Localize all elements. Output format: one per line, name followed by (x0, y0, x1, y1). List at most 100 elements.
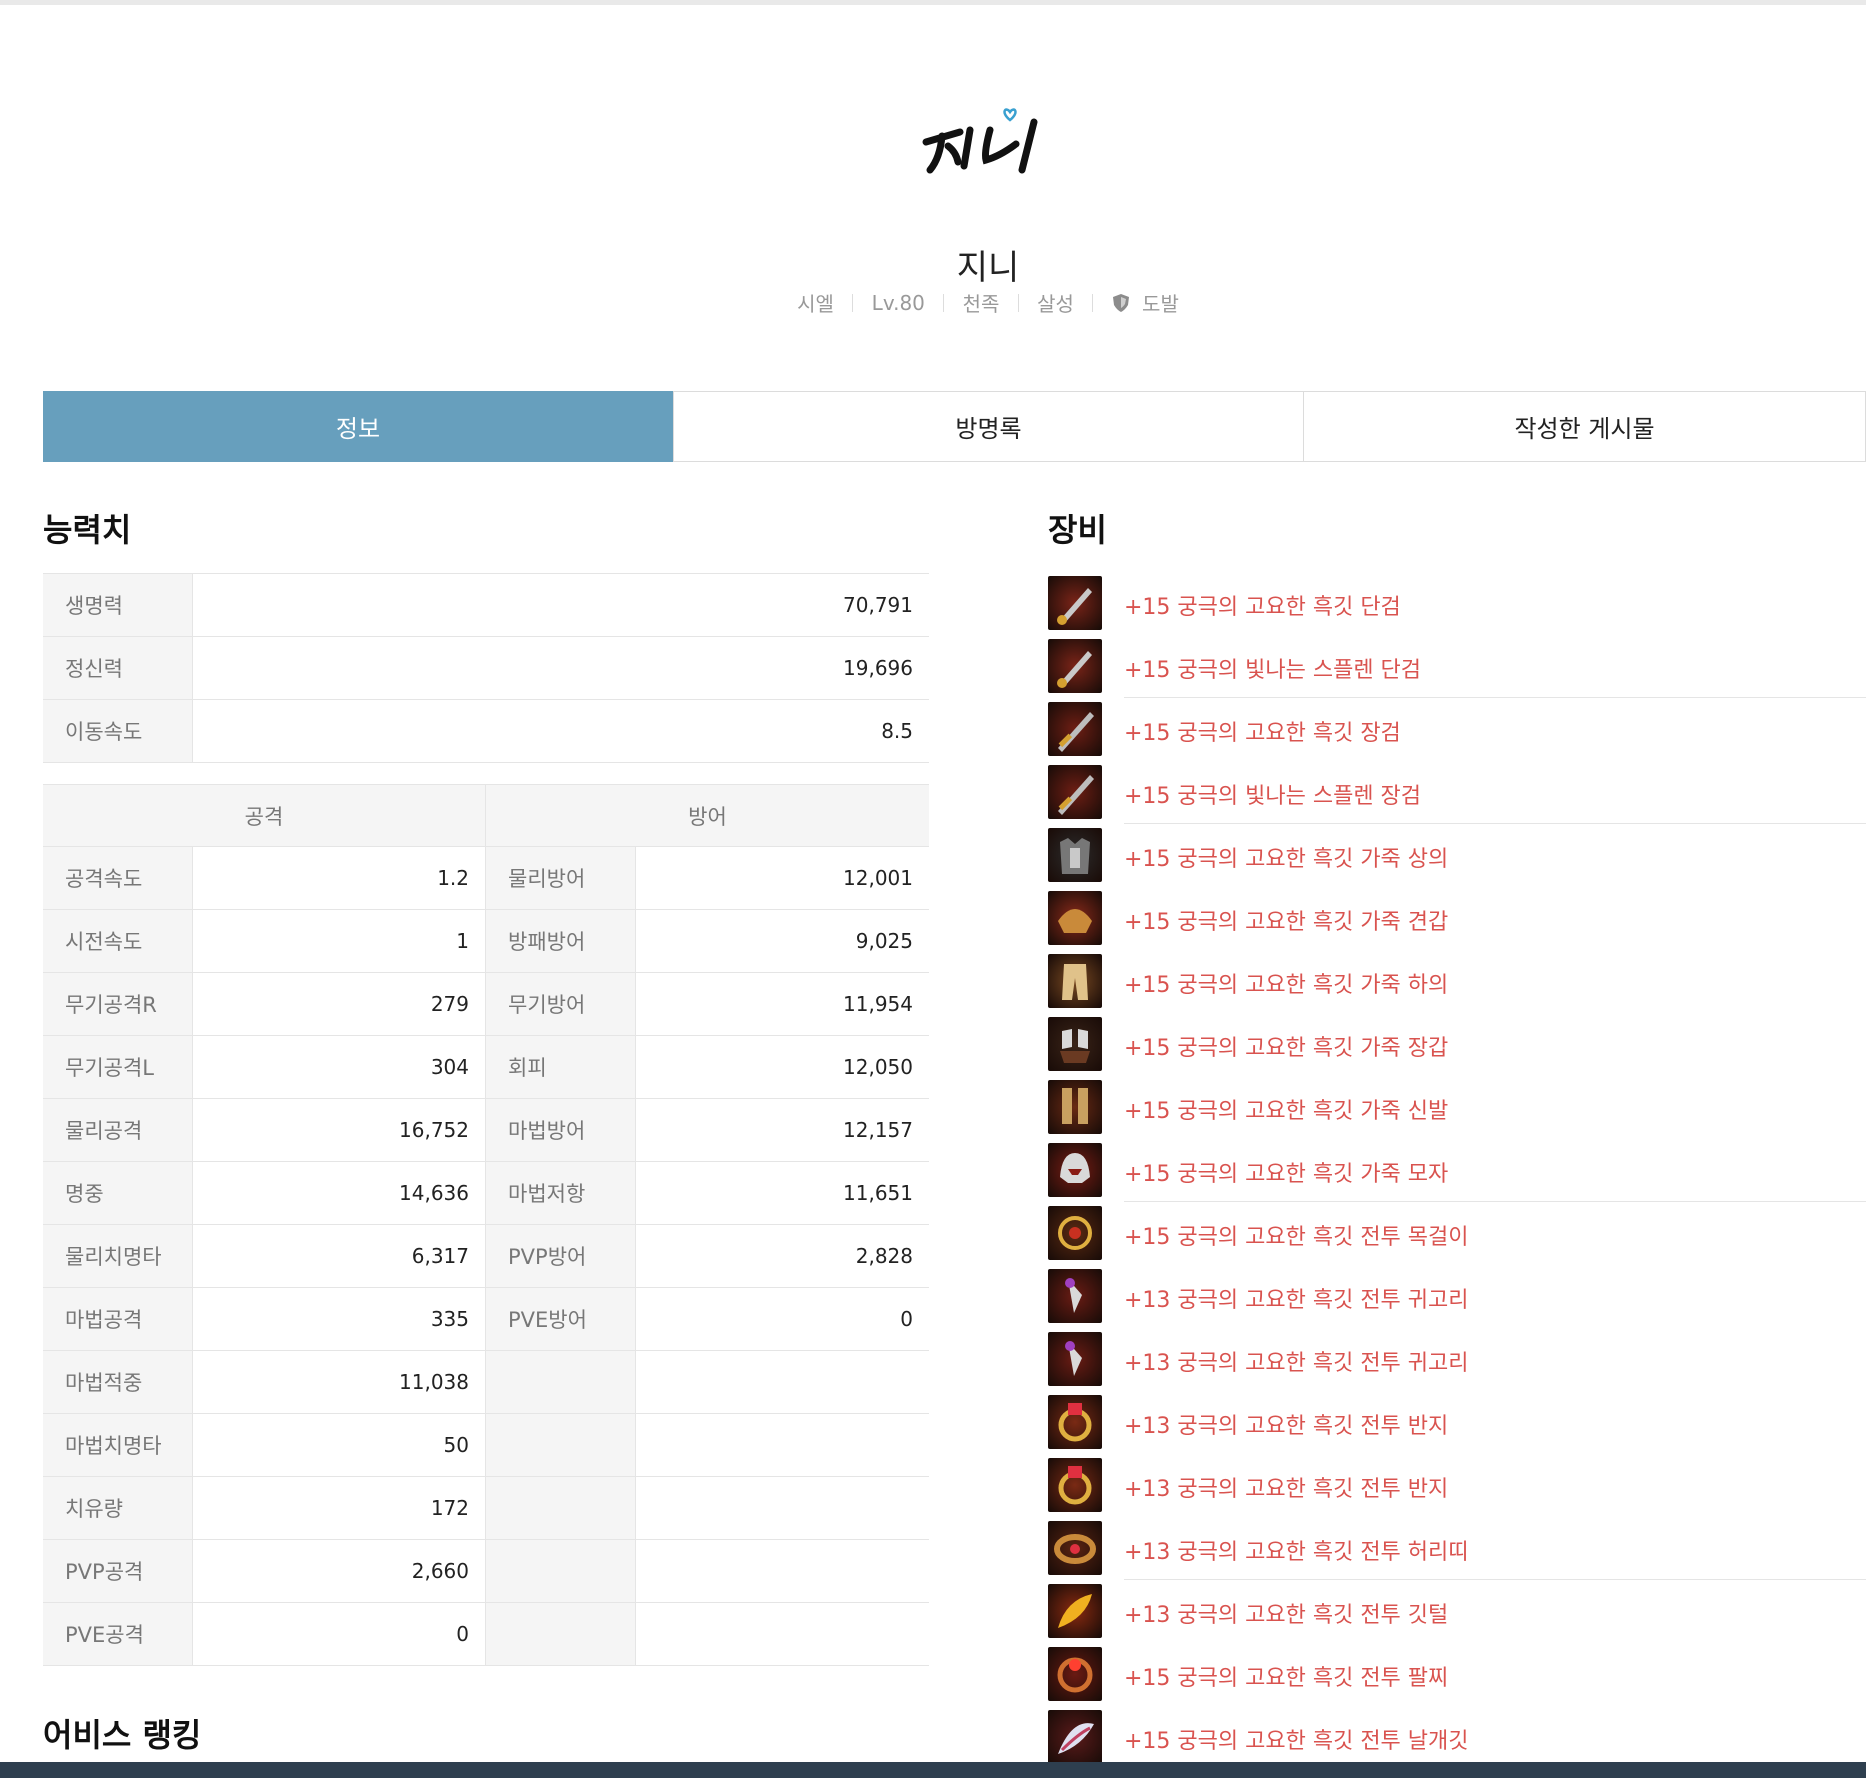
equipment-item[interactable]: +13 궁극의 고요한 흑깃 전투 귀고리 (1048, 1331, 1866, 1394)
defense-stat-label: PVE방어 (486, 1288, 636, 1350)
legion-name[interactable]: 도발 (1142, 288, 1179, 317)
equipment-item-name[interactable]: +13 궁극의 고요한 흑깃 전투 반지 (1124, 1471, 1448, 1503)
equipment-item-name[interactable]: +13 궁극의 고요한 흑깃 전투 허리띠 (1124, 1534, 1469, 1566)
attack-stat-label: 치유량 (43, 1477, 193, 1539)
character-race: 천족 (962, 292, 1000, 316)
belt-icon[interactable] (1048, 1521, 1102, 1575)
equipment-item[interactable]: +15 궁극의 고요한 흑깃 장검 (1048, 701, 1866, 764)
bracelet-icon[interactable] (1048, 1647, 1102, 1701)
necklace-icon[interactable] (1048, 1206, 1102, 1260)
equipment-item[interactable]: +15 궁극의 고요한 흑깃 전투 목걸이 (1048, 1205, 1866, 1268)
equipment-item-name[interactable]: +15 궁극의 고요한 흑깃 가죽 견갑 (1124, 904, 1448, 936)
dagger-icon[interactable] (1048, 576, 1102, 630)
divider (1092, 293, 1094, 312)
equipment-item-name[interactable]: +15 궁극의 고요한 흑깃 전투 날개깃 (1124, 1723, 1469, 1755)
helmet-icon[interactable] (1048, 1143, 1102, 1197)
sword-icon[interactable] (1048, 702, 1102, 756)
table-row: 무기공격R 279 무기방어 11,954 (43, 973, 929, 1036)
equipment-item[interactable]: +13 궁극의 고요한 흑깃 전투 반지 (1048, 1394, 1866, 1457)
equipment-item[interactable]: +15 궁극의 고요한 흑깃 가죽 신발 (1048, 1079, 1866, 1142)
leg-armor-icon[interactable] (1048, 954, 1102, 1008)
character-level: Lv.80 (871, 290, 925, 315)
table-row: PVP공격 2,660 (43, 1540, 929, 1603)
divider (852, 293, 854, 312)
equipment-item[interactable]: +15 궁극의 고요한 흑깃 가죽 상의 (1048, 827, 1866, 890)
equipment-item[interactable]: +15 궁극의 고요한 흑깃 가죽 하의 (1048, 953, 1866, 1016)
equipment-item-name[interactable]: +15 궁극의 고요한 흑깃 가죽 신발 (1124, 1093, 1448, 1125)
wing-feather-icon[interactable] (1048, 1710, 1102, 1764)
table-row: 생명력 70,791 (43, 574, 929, 637)
defense-stat-value: 11,651 (843, 1181, 913, 1205)
defense-stat-value: 12,157 (843, 1118, 913, 1142)
tab-info[interactable]: 정보 (43, 391, 673, 462)
defense-stat-label: PVP방어 (486, 1225, 636, 1287)
dagger-icon[interactable] (1048, 639, 1102, 693)
equipment-item-name[interactable]: +13 궁극의 고요한 흑깃 전투 귀고리 (1124, 1282, 1469, 1314)
divider (1017, 293, 1019, 312)
defense-stat-label: 무기방어 (486, 973, 636, 1035)
tab-guestbook[interactable]: 방명록 (673, 392, 1303, 461)
stats-title: 능력치 (43, 511, 132, 549)
equipment-item-name[interactable]: +15 궁극의 고요한 흑깃 가죽 하의 (1124, 967, 1448, 999)
equipment-item-name[interactable]: +15 궁극의 고요한 흑깃 가죽 상의 (1124, 841, 1448, 873)
character-class: 살성 (1037, 292, 1074, 316)
equipment-item[interactable]: +15 궁극의 고요한 흑깃 전투 팔찌 (1048, 1646, 1866, 1709)
attack-stat-value: 1 (193, 910, 486, 972)
table-row: 치유량 172 (43, 1477, 929, 1540)
earring-icon[interactable] (1048, 1332, 1102, 1386)
defense-stat-label (486, 1477, 636, 1539)
attack-stat-label: 물리공격 (43, 1099, 193, 1161)
equipment-item-name[interactable]: +13 궁극의 고요한 흑깃 전투 깃털 (1124, 1597, 1448, 1629)
gloves-icon[interactable] (1048, 1017, 1102, 1071)
equipment-item-name[interactable]: +13 궁극의 고요한 흑깃 전투 귀고리 (1124, 1345, 1469, 1377)
equipment-item[interactable]: +13 궁극의 고요한 흑깃 전투 깃털 (1048, 1583, 1866, 1646)
attack-stat-label: 명중 (43, 1162, 193, 1224)
shoulder-armor-icon[interactable] (1048, 891, 1102, 945)
attack-stat-value: 11,038 (193, 1351, 486, 1413)
tab-written-posts[interactable]: 작성한 게시물 (1303, 392, 1865, 461)
equipment-item[interactable]: +13 궁극의 고요한 흑깃 전투 반지 (1048, 1457, 1866, 1520)
earring-icon[interactable] (1048, 1269, 1102, 1323)
equipment-item-name[interactable]: +15 궁극의 고요한 흑깃 가죽 모자 (1124, 1156, 1448, 1188)
equipment-item-name[interactable]: +15 궁극의 고요한 흑깃 전투 목걸이 (1124, 1219, 1469, 1251)
equipment-item[interactable]: +15 궁극의 빛나는 스플렌 장검 (1048, 764, 1866, 827)
equipment-item-name[interactable]: +15 궁극의 빛나는 스플렌 단검 (1124, 652, 1421, 684)
combat-stats-table: 공격 방어 공격속도 1.2 물리방어 12,001 시전속도 1 방패방어 9,025 무기공… (43, 784, 929, 1666)
equipment-item[interactable]: +15 궁극의 고요한 흑깃 가죽 모자 (1048, 1142, 1866, 1205)
stat-label: 생명력 (43, 574, 193, 636)
feather-icon[interactable] (1048, 1584, 1102, 1638)
table-row: 정신력 19,696 (43, 637, 929, 700)
stat-value: 19,696 (843, 656, 913, 680)
profile-logo (920, 100, 1060, 180)
equipment-item[interactable]: +13 궁극의 고요한 흑깃 전투 허리띠 (1048, 1520, 1866, 1583)
defense-stat-value (636, 1414, 929, 1476)
attack-stat-value: 335 (193, 1288, 486, 1350)
defense-stat-label (486, 1540, 636, 1602)
defense-stat-value: 12,050 (843, 1055, 913, 1079)
equipment-item-name[interactable]: +15 궁극의 고요한 흑깃 가죽 장갑 (1124, 1030, 1448, 1062)
chest-armor-icon[interactable] (1048, 828, 1102, 882)
equipment-item-name[interactable]: +15 궁극의 빛나는 스플렌 장검 (1124, 778, 1421, 810)
equipment-item-name[interactable]: +13 궁극의 고요한 흑깃 전투 반지 (1124, 1408, 1448, 1440)
ring-icon[interactable] (1048, 1395, 1102, 1449)
equipment-item-name[interactable]: +15 궁극의 고요한 흑깃 장검 (1124, 715, 1401, 747)
boots-icon[interactable] (1048, 1080, 1102, 1134)
equipment-item[interactable]: +15 궁극의 고요한 흑깃 가죽 견갑 (1048, 890, 1866, 953)
equipment-item-name[interactable]: +15 궁극의 고요한 흑깃 단검 (1124, 589, 1401, 621)
defense-stat-label: 방패방어 (486, 910, 636, 972)
defense-stat-value: 2,828 (855, 1244, 913, 1268)
sword-icon[interactable] (1048, 765, 1102, 819)
table-row: 마법적중 11,038 (43, 1351, 929, 1414)
table-row: 명중 14,636 마법저항 11,651 (43, 1162, 929, 1225)
equipment-item-name[interactable]: +15 궁극의 고요한 흑깃 전투 팔찌 (1124, 1660, 1448, 1692)
top-border (0, 0, 1866, 5)
equipment-item[interactable]: +15 궁극의 고요한 흑깃 단검 (1048, 575, 1866, 638)
table-row: 시전속도 1 방패방어 9,025 (43, 910, 929, 973)
stat-value: 8.5 (881, 719, 913, 743)
equipment-item[interactable]: +15 궁극의 고요한 흑깃 가죽 장갑 (1048, 1016, 1866, 1079)
equipment-item[interactable]: +15 궁극의 빛나는 스플렌 단검 (1048, 638, 1866, 701)
server-name: 시엘 (797, 292, 834, 316)
equipment-item[interactable]: +13 궁극의 고요한 흑깃 전투 귀고리 (1048, 1268, 1866, 1331)
defense-stat-label: 마법방어 (486, 1099, 636, 1161)
ring-icon[interactable] (1048, 1458, 1102, 1512)
